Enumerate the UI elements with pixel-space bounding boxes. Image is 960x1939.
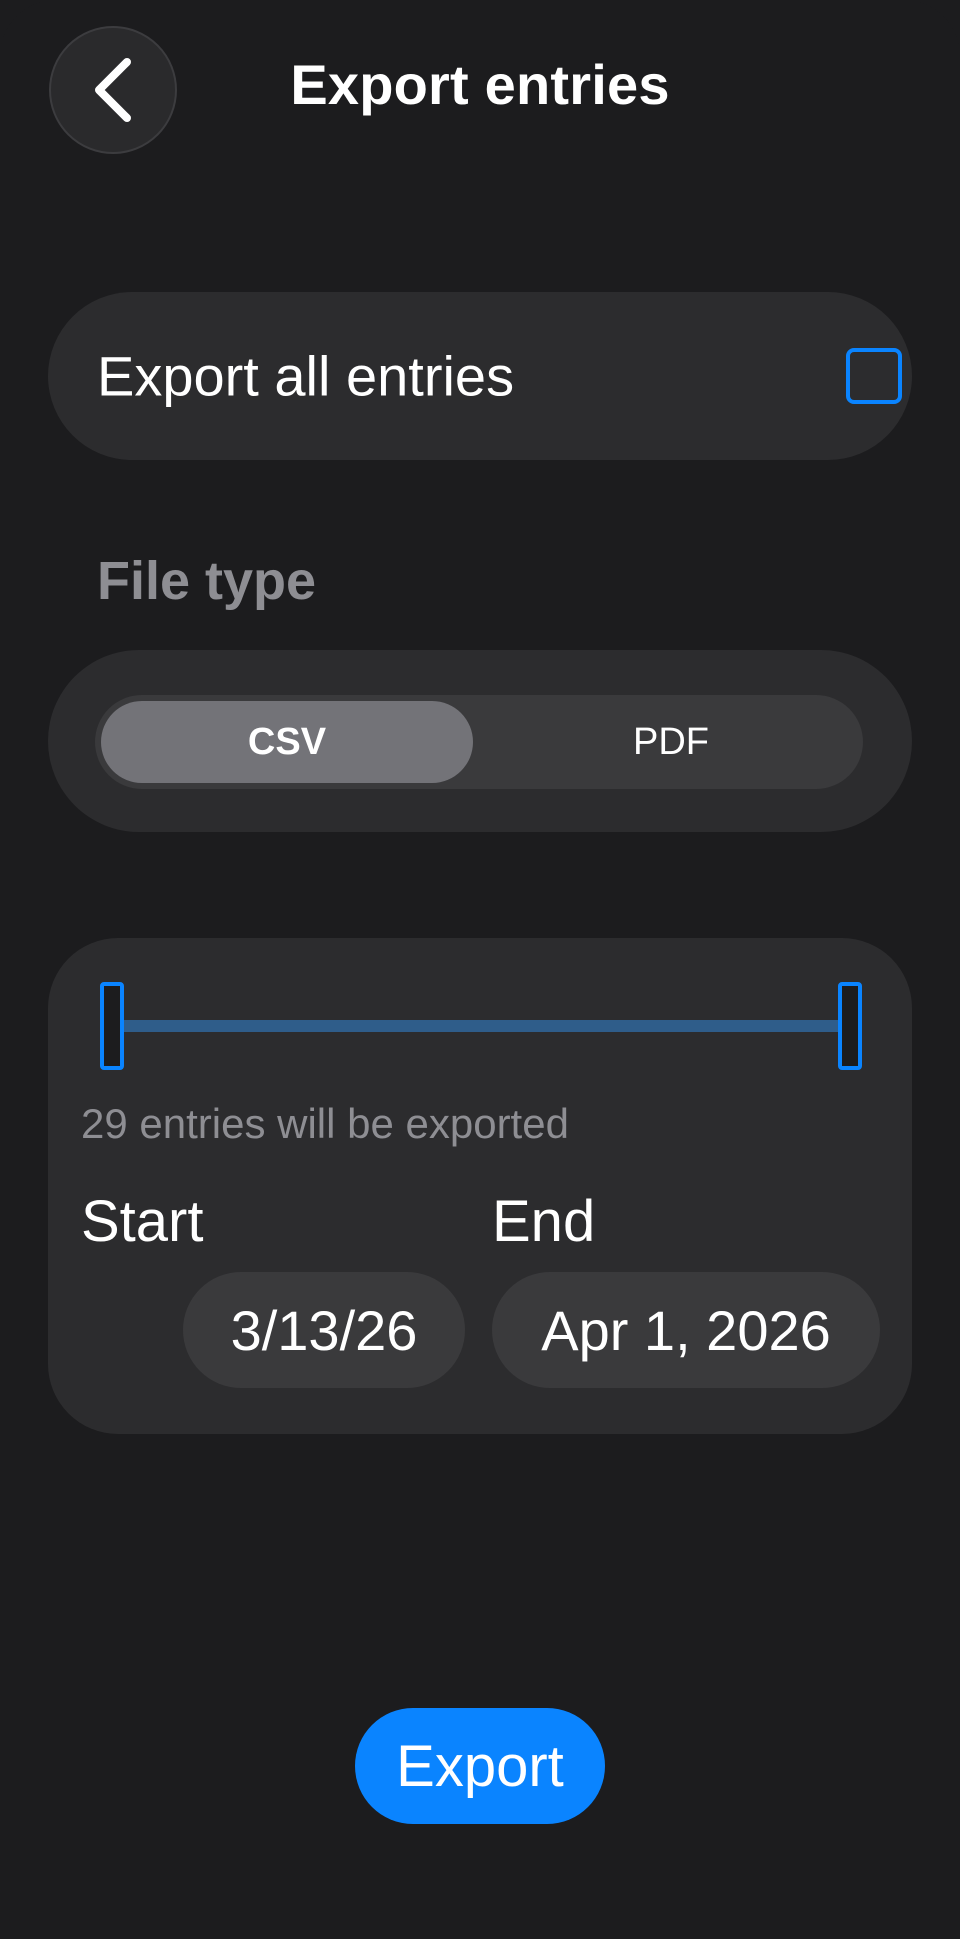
- start-date-picker[interactable]: 3/13/26: [183, 1272, 465, 1388]
- export-count-text: 29 entries will be exported: [81, 1100, 569, 1147]
- segment-pdf[interactable]: PDF: [485, 701, 857, 783]
- slider-end-handle[interactable]: [838, 982, 862, 1070]
- export-sheet: Export entries Export all entries File t…: [0, 0, 960, 1939]
- slider-start-handle[interactable]: [100, 982, 124, 1070]
- end-date-picker[interactable]: Apr 1, 2026: [492, 1272, 880, 1388]
- file-type-segmented-control: CSV PDF: [95, 695, 863, 789]
- page-title: Export entries: [290, 53, 670, 116]
- file-type-label: File type: [97, 551, 317, 611]
- export-all-checkbox[interactable]: [846, 348, 902, 404]
- date-range-card: 29 entries will be exported Start End 3/…: [48, 938, 912, 1434]
- file-type-card: CSV PDF: [48, 650, 912, 832]
- segment-csv[interactable]: CSV: [101, 701, 473, 783]
- end-label: End: [492, 1189, 596, 1254]
- export-all-row[interactable]: Export all entries: [48, 292, 912, 460]
- export-button[interactable]: Export: [355, 1708, 605, 1824]
- export-all-label: Export all entries: [97, 344, 515, 408]
- date-range-slider-track[interactable]: [111, 1020, 861, 1032]
- start-label: Start: [81, 1189, 204, 1254]
